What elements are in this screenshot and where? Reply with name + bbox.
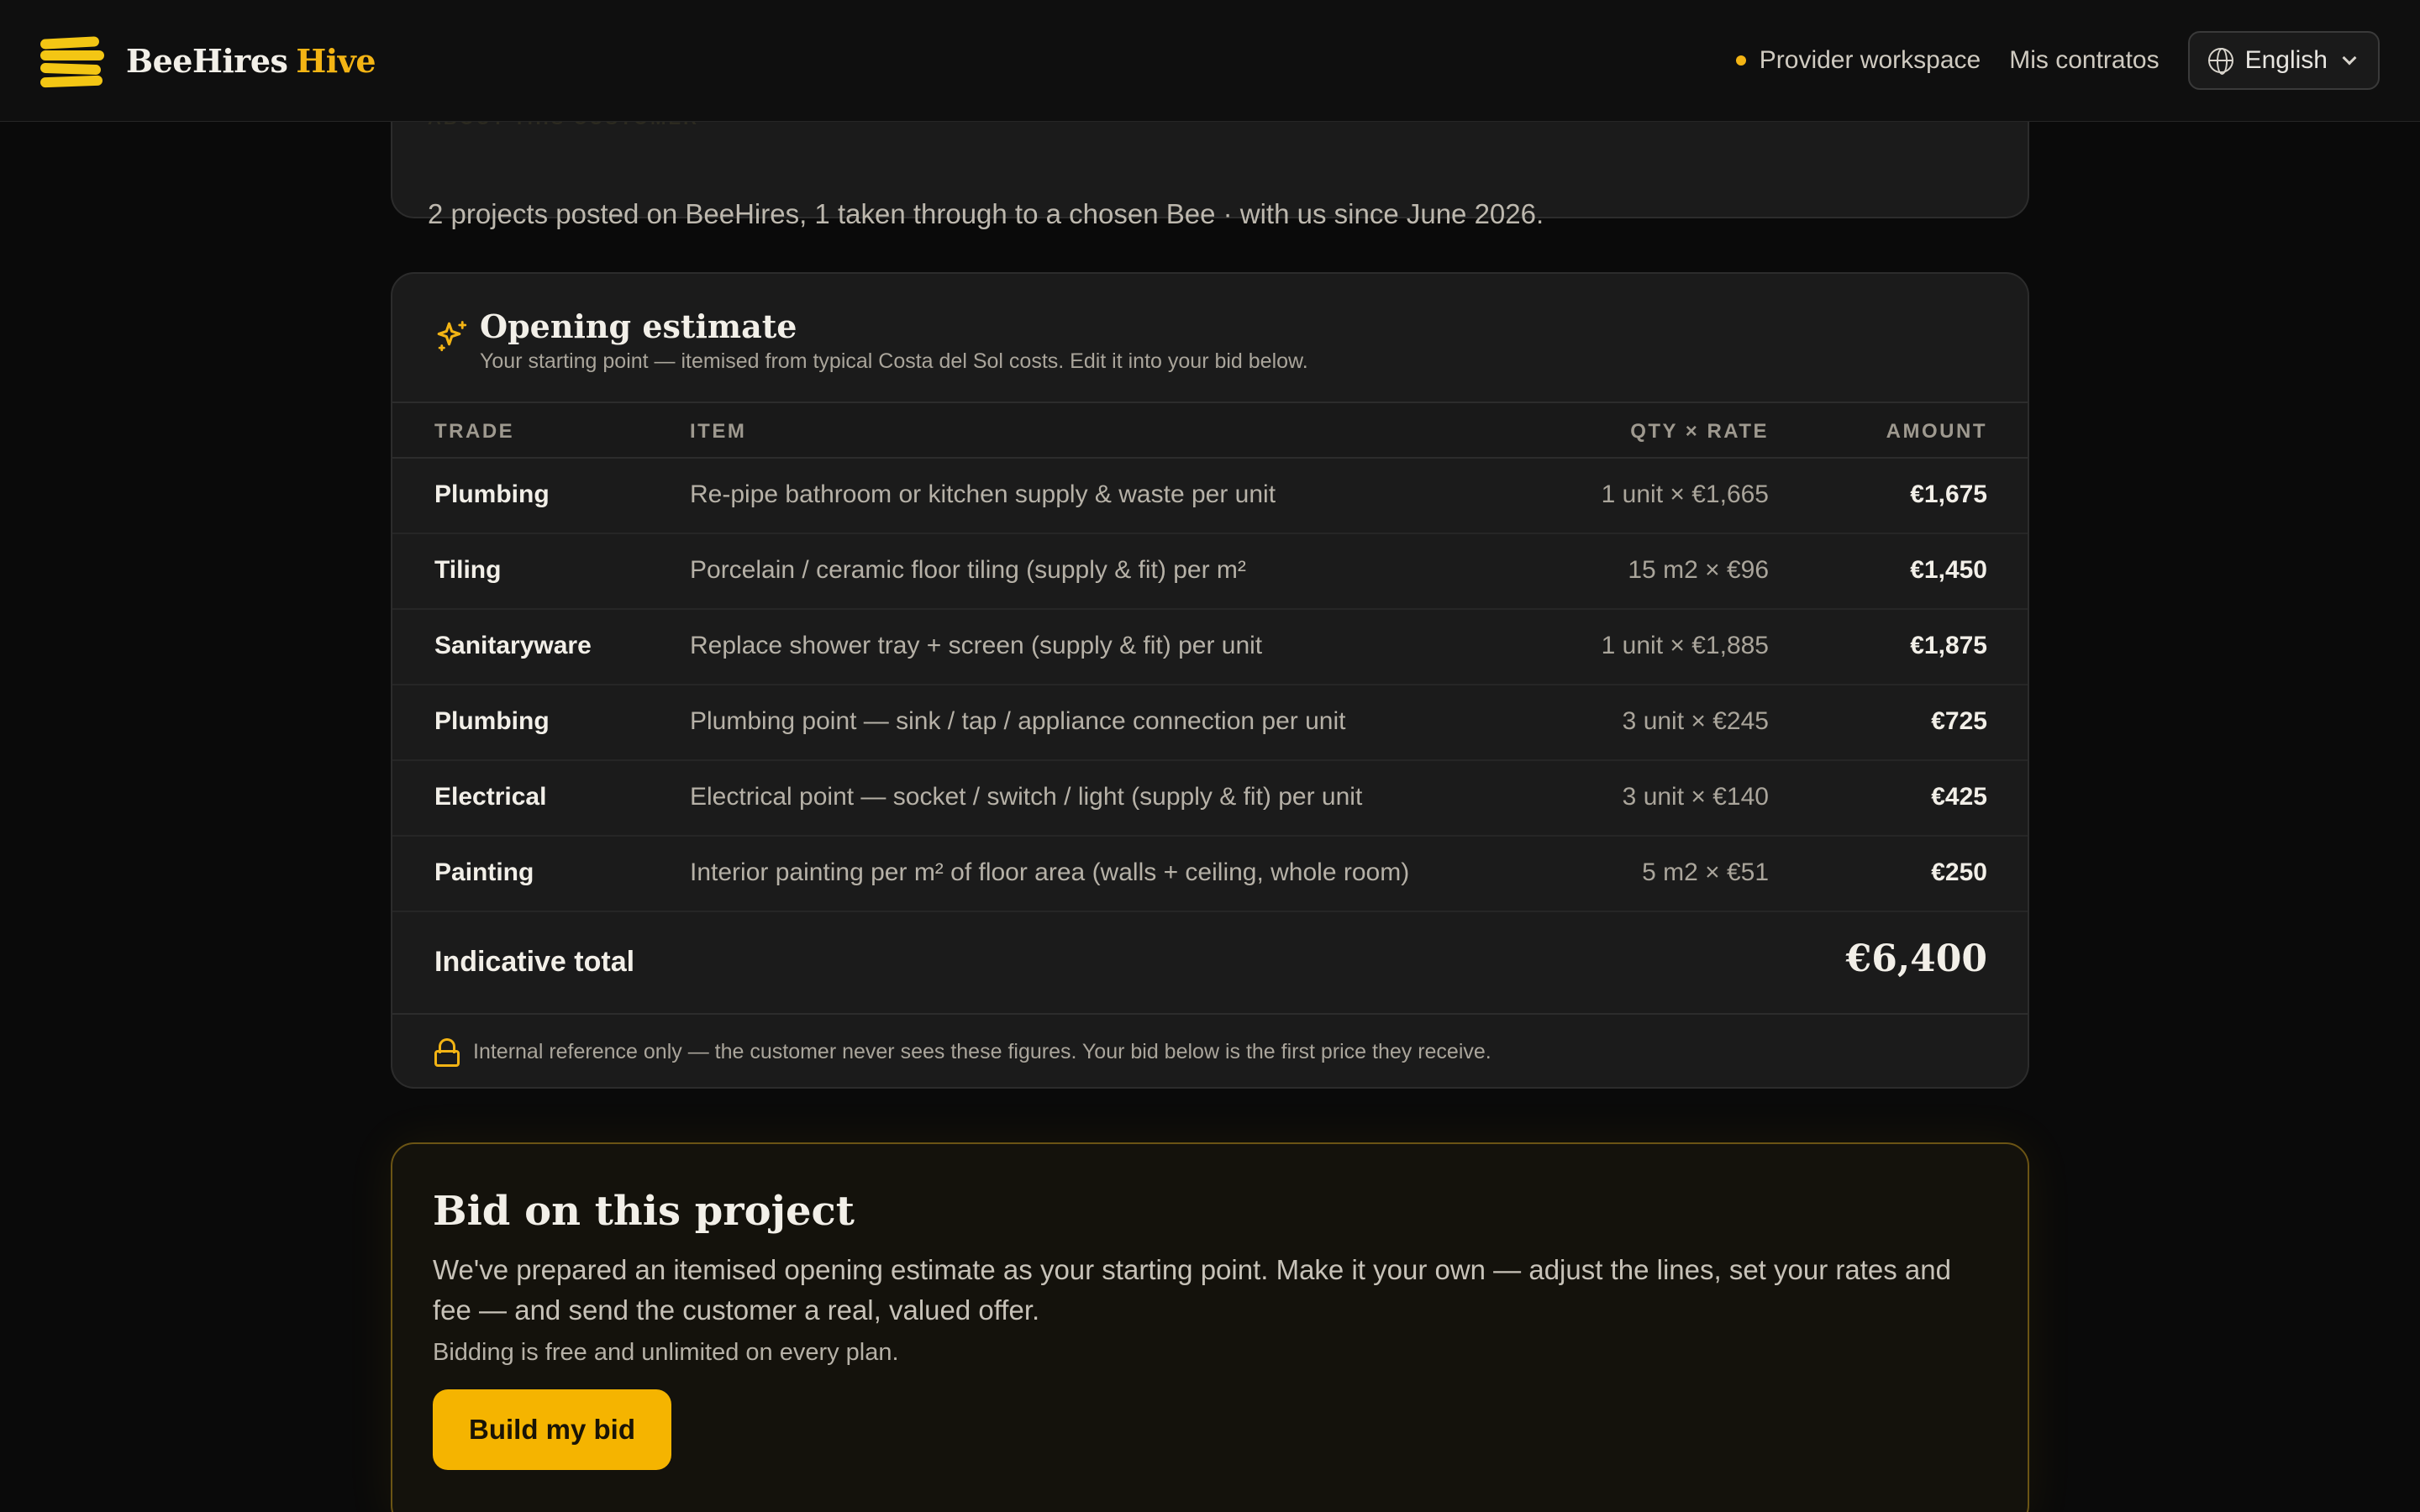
globe-icon [2207, 48, 2233, 75]
row-trade: Painting [434, 858, 534, 886]
row-trade: Electrical [434, 783, 547, 811]
opening-estimate-card: Opening estimate Your starting point — i… [391, 272, 2029, 1089]
my-contracts-link[interactable]: Mis contratos [2009, 46, 2159, 75]
total-value: €6,400 [1845, 937, 1987, 980]
row-amount: €1,450 [1910, 556, 1987, 584]
bid-free-note: Bidding is free and unlimited on every p… [433, 1339, 899, 1366]
table-row: Plumbing Plumbing point — sink / tap / a… [392, 685, 2028, 761]
row-amount: €1,675 [1910, 480, 1987, 508]
top-nav: BeeHires Hive Provider workspace Mis cont… [0, 0, 2420, 122]
sparkle-icon [437, 321, 467, 352]
row-item: Re-pipe bathroom or kitchen supply & was… [690, 480, 1276, 508]
table-row: Sanitaryware Replace shower tray + scree… [392, 610, 2028, 685]
table-row: Plumbing Re-pipe bathroom or kitchen sup… [392, 459, 2028, 534]
lock-icon [434, 1038, 460, 1067]
row-qty-rate: 5 m2 × €51 [1642, 858, 1769, 886]
row-amount: €425 [1931, 783, 1987, 811]
brand-name[interactable]: BeeHires Hive [126, 42, 376, 80]
row-qty-rate: 1 unit × €1,885 [1601, 632, 1769, 659]
build-my-bid-button[interactable]: Build my bid [433, 1389, 671, 1470]
row-item: Plumbing point — sink / tap / appliance … [690, 707, 1346, 735]
bid-card: Bid on this project We've prepared an it… [391, 1142, 2029, 1512]
row-trade: Tiling [434, 556, 502, 584]
row-qty-rate: 3 unit × €140 [1622, 783, 1769, 811]
estimate-table-header: TRADE ITEM QTY × RATE AMOUNT [392, 403, 2028, 459]
row-qty-rate: 15 m2 × €96 [1628, 556, 1769, 584]
table-row: Tiling Porcelain / ceramic floor tiling … [392, 534, 2028, 610]
total-label: Indicative total [434, 946, 635, 978]
table-row: Electrical Electrical point — socket / s… [392, 761, 2028, 837]
table-row: Painting Interior painting per m² of flo… [392, 837, 2028, 912]
estimate-title: Opening estimate [480, 307, 797, 345]
col-amount: AMOUNT [1886, 420, 1987, 443]
brand-accent: Hive [296, 41, 376, 80]
row-trade: Plumbing [434, 707, 550, 735]
language-label: English [2244, 46, 2328, 74]
row-trade: Plumbing [434, 480, 550, 508]
row-trade: Sanitaryware [434, 632, 592, 659]
beehires-logo-icon[interactable] [39, 33, 104, 88]
internal-note-text: Internal reference only — the customer n… [473, 1040, 1491, 1063]
estimate-subtitle: Your starting point — itemised from typi… [480, 349, 1308, 373]
col-trade: TRADE [434, 420, 515, 443]
bid-title: Bid on this project [433, 1188, 855, 1235]
internal-reference-note: Internal reference only — the customer n… [392, 1015, 2028, 1087]
provider-workspace-indicator[interactable]: Provider workspace [1735, 46, 1981, 75]
row-item: Electrical point — socket / switch / lig… [690, 783, 1363, 811]
row-item: Replace shower tray + screen (supply & f… [690, 632, 1263, 659]
row-item: Interior painting per m² of floor area (… [690, 858, 1410, 886]
about-customer-text: 2 projects posted on BeeHires, 1 taken t… [428, 198, 1544, 229]
chevron-down-icon [2342, 50, 2357, 66]
bid-description: We've prepared an itemised opening estim… [433, 1254, 1951, 1326]
row-qty-rate: 3 unit × €245 [1622, 707, 1769, 735]
row-amount: €250 [1931, 858, 1987, 886]
brand-main: BeeHires [126, 41, 288, 80]
language-selector[interactable]: English [2187, 31, 2380, 90]
workspace-label: Provider workspace [1759, 46, 1981, 74]
total-row: Indicative total €6,400 [392, 912, 2028, 1015]
row-item: Porcelain / ceramic floor tiling (supply… [690, 556, 1246, 584]
row-amount: €1,875 [1910, 632, 1987, 659]
status-dot-icon [1735, 55, 1746, 66]
col-item: ITEM [690, 420, 747, 443]
row-qty-rate: 1 unit × €1,665 [1601, 480, 1769, 508]
row-amount: €725 [1931, 707, 1987, 735]
estimate-header: Opening estimate Your starting point — i… [392, 274, 2028, 403]
col-qty-rate: QTY × RATE [1630, 420, 1769, 443]
